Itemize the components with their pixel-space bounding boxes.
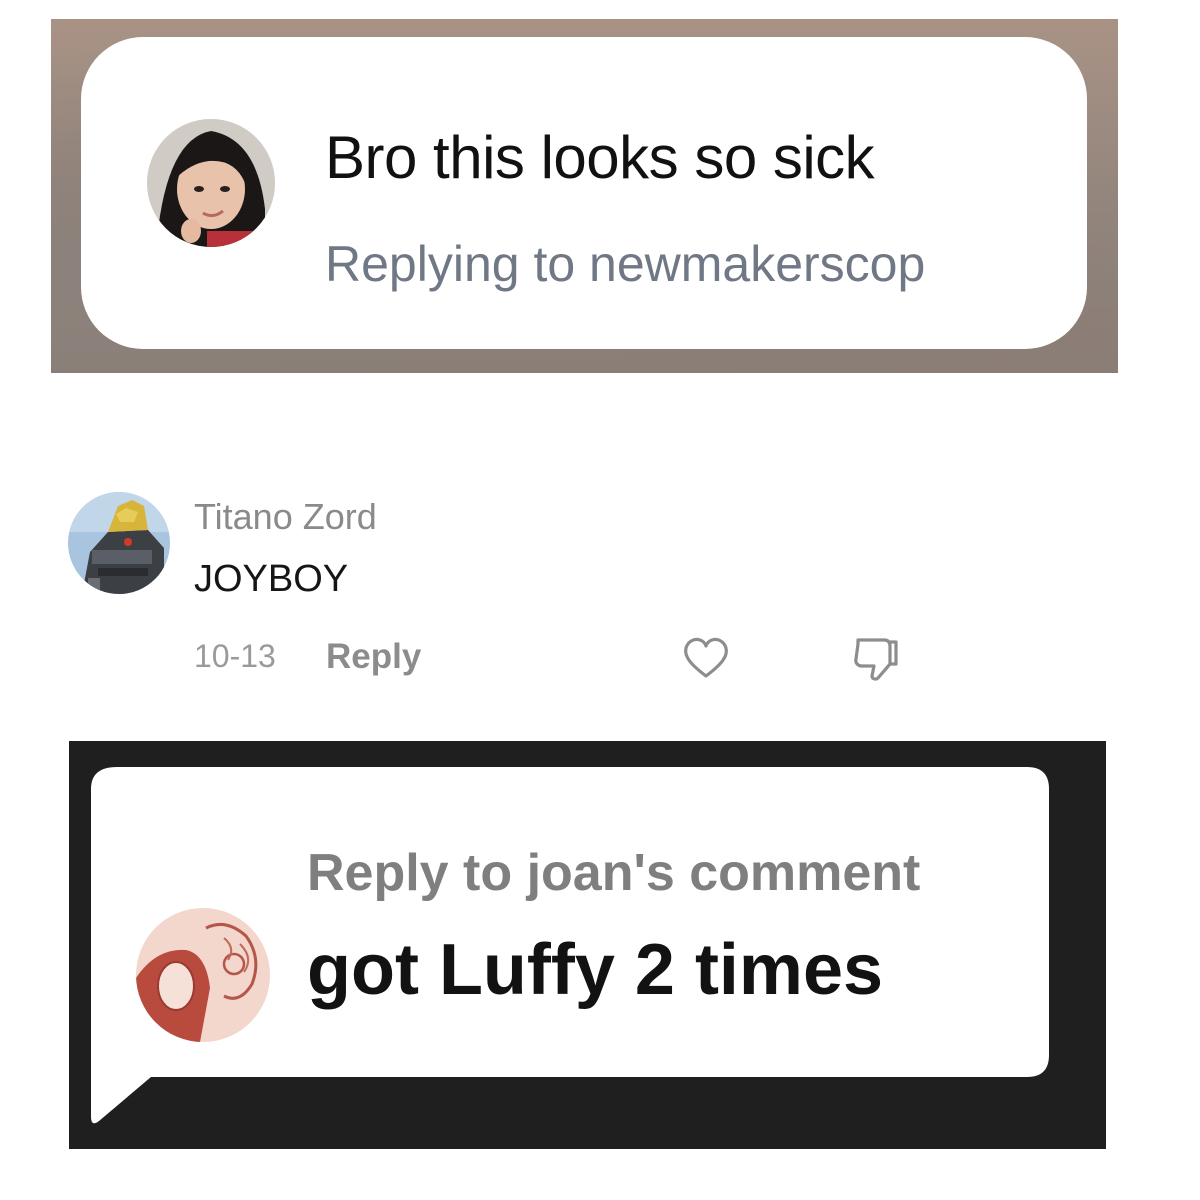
comment-username[interactable]: Titano Zord <box>194 496 377 538</box>
avatar <box>147 119 275 247</box>
reply-message-text: Bro this looks so sick <box>325 124 875 191</box>
reply-notification-screenshot: Bro this looks so sick Replying to newma… <box>51 19 1118 373</box>
reply-sticker-header: Reply to joan's comment <box>307 844 921 902</box>
avatar-photo-girl <box>147 119 275 247</box>
avatar[interactable] <box>68 492 170 594</box>
comment-item: Titano Zord JOYBOY 10-13 Reply <box>0 480 1200 700</box>
reply-button[interactable]: Reply <box>326 637 421 677</box>
thumbs-down-outline-icon[interactable] <box>848 630 902 686</box>
reply-sticker-text: got Luffy 2 times <box>307 930 884 1010</box>
avatar-sketch-image <box>136 908 270 1042</box>
comment-date: 10-13 <box>194 638 276 674</box>
reply-sticker-screenshot: Reply to joan's comment got Luffy 2 time… <box>69 741 1106 1149</box>
avatar <box>136 908 270 1042</box>
avatar-image-robot <box>68 492 170 594</box>
reply-notification-card[interactable]: Bro this looks so sick Replying to newma… <box>81 37 1087 349</box>
replying-to-label: Replying to newmakerscop <box>325 236 926 292</box>
heart-outline-icon[interactable] <box>680 632 732 684</box>
comment-text: JOYBOY <box>194 558 349 600</box>
